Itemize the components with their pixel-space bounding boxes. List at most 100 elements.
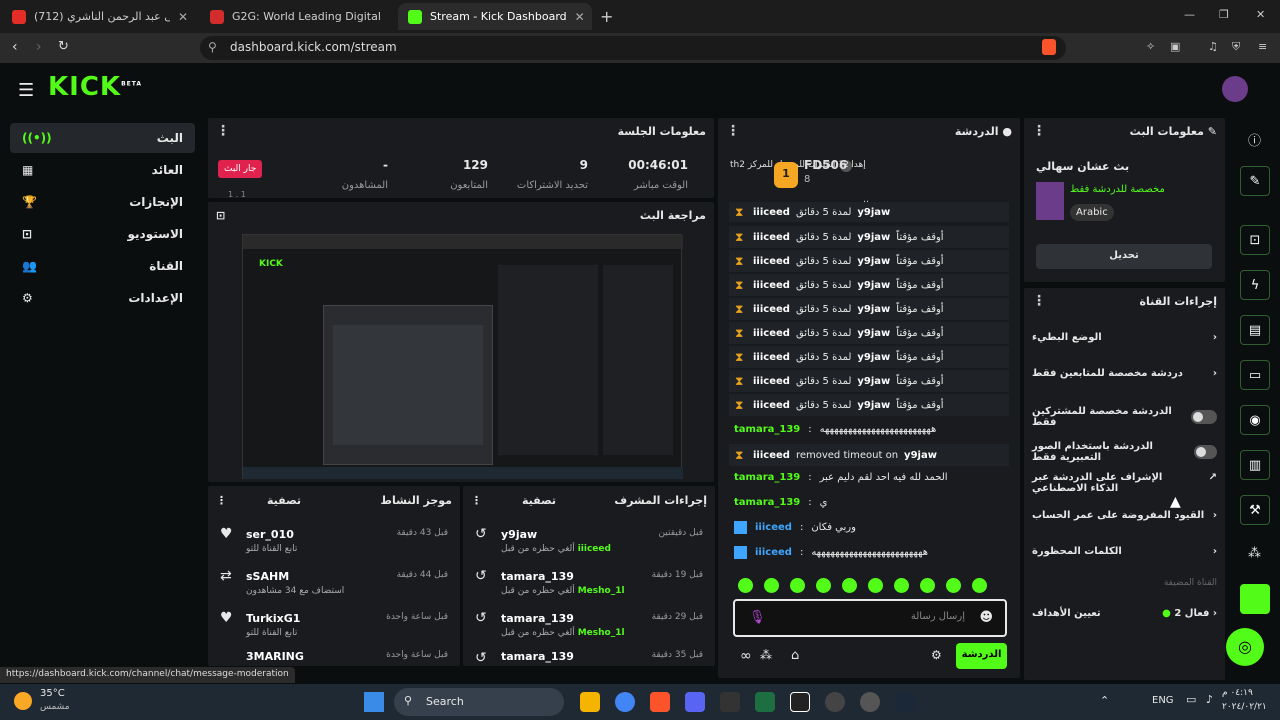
taskbar-search[interactable]: ⚲ Search [394,688,564,716]
chat-message[interactable]: ⧗ iiiceed لمدة 5 دقائق y9jaw أوقف مؤقتاً [729,370,1009,392]
forward-arrow-icon[interactable]: › [36,39,42,55]
emote-icon[interactable] [946,578,961,593]
chat-message[interactable]: ⧗ iiiceed لمدة 5 دقائق y9jaw أوقف مؤقتاً [729,346,1009,368]
sidebar-item-revenue[interactable]: ▦ العائد [10,155,195,185]
more-options-icon[interactable]: ⋮ [216,494,227,507]
edit-stream-button[interactable]: تحديل [1036,244,1212,269]
layout-icon[interactable]: ▥ [1240,450,1270,480]
chat-message[interactable]: ⧗ iiiceed لمدة 5 دقائق y9jaw أوقف مؤقتاً [729,322,1009,344]
emote-icon[interactable] [868,578,883,593]
chat-message[interactable]: iiiceed: ههههههههههههههههههههههههه [734,546,928,559]
sidebar-item-channel[interactable]: 👥 القناة [10,251,195,281]
back-arrow-icon[interactable]: ‹ [12,39,18,55]
browser-tab-kick[interactable]: Stream - Kick Dashboard ✕ [398,3,592,30]
more-options-icon[interactable]: ⋮ [1032,123,1046,139]
emote-icon[interactable] [790,578,805,593]
chat-message[interactable]: ⧗ iiiceed لمدة 5 دقائق y9jaw أوقف مؤقتاً [729,298,1009,320]
emotes-only-toggle[interactable] [1193,445,1217,459]
goals-row[interactable]: تعيين الأهداف ● فعال 2 › [1032,608,1217,619]
maximize-button[interactable]: ❐ [1219,8,1229,21]
network-icon[interactable]: ▭ [1186,693,1196,706]
ai-moderation-row[interactable]: الإشراف على الدردشة عبر الذكاء الاصطناعي… [1032,472,1217,494]
chat-icon[interactable]: ▭ [1240,360,1270,390]
store-icon[interactable]: ⌂ [791,648,799,663]
weather-icon[interactable] [14,692,32,710]
obs-icon[interactable] [825,692,845,712]
emote-icon[interactable] [816,578,831,593]
close-window-button[interactable]: ✕ [1256,8,1265,21]
sidebar-item-studio[interactable]: ⊡ الاستوديو [10,219,195,249]
brave-icon[interactable] [650,692,670,712]
chat-message[interactable]: tamara_139: الحمد لله فيه احد لقم دليم عب… [734,472,948,483]
close-tab-icon[interactable]: ✕ [178,10,188,24]
slow-mode-row[interactable]: الوضع البطيء › [1032,332,1217,343]
excel-icon[interactable] [755,692,775,712]
broadcast-icon[interactable]: ◉ [1240,405,1270,435]
edit-icon[interactable]: ✎ [1240,166,1270,196]
account-age-row[interactable]: القيود المفروضة على عمر الحساب › [1032,510,1217,521]
wrench-icon[interactable]: ⚒ [1240,495,1270,525]
app-icon[interactable] [1240,584,1270,614]
dots-icon[interactable]: ⁂ [1248,546,1261,561]
chat-input[interactable]: 🎙 إرسال رسالة ☻ [733,599,1007,637]
chat-message[interactable]: ⧗ iiiceed لمدة 5 دقائق y9jaw [729,202,1009,222]
chevron-up-icon[interactable]: ⌃ [1100,694,1109,707]
vpn-icon[interactable]: ⛨ [1232,40,1240,54]
app-icon[interactable] [720,692,740,712]
followers-only-row[interactable]: دردشة مخصصة للمتابعين فقط › [1032,368,1217,379]
more-options-icon[interactable]: ⋮ [471,494,482,507]
send-chat-button[interactable]: الدردشة [956,643,1007,669]
chat-message[interactable]: tamara_139: ههههههههههههههههههههههههه [734,424,936,435]
stream-preview-video[interactable]: KICK [242,234,683,479]
emote-icon[interactable] [920,578,935,593]
volume-icon[interactable]: ♪ [1206,693,1213,706]
steam-icon[interactable] [895,692,915,712]
document-icon[interactable]: ▤ [1240,315,1270,345]
sidebar-item-settings[interactable]: ⚙ الإعدادات [10,283,195,313]
minimize-button[interactable]: — [1184,8,1195,21]
support-icon[interactable]: ◎ [1226,628,1264,666]
media-icon[interactable]: ♫ [1208,40,1218,53]
emoji-icon[interactable]: ☻ [979,610,993,625]
more-options-icon[interactable]: ⋮ [726,123,740,139]
sidebar-item-achievements[interactable]: 🏆 الإنجازات [10,187,195,217]
browser-tab-g2g[interactable]: G2G: World Leading Digital Marketpl [200,3,396,30]
info-icon[interactable]: ⓘ [1248,130,1261,149]
chat-message[interactable]: ⧗ iiiceed removed timeout on y9jaw [729,444,1009,466]
studio-icon[interactable]: ⊡ [216,209,225,222]
site-info-icon[interactable]: ⚲ [208,40,217,54]
discord-icon[interactable] [685,692,705,712]
chat-message[interactable]: tamara_139: ي [734,497,827,508]
sidebar-toggle-icon[interactable]: ▣ [1170,40,1180,53]
app-icon[interactable] [860,692,880,712]
gear-icon[interactable]: ⚙ [931,648,942,662]
category-thumbnail[interactable] [1036,182,1064,220]
emote-icon[interactable] [764,578,779,593]
sidebar-item-stream[interactable]: ((•)) البث [10,123,195,153]
lightning-icon[interactable]: ϟ [1240,270,1270,300]
banned-words-row[interactable]: الكلمات المحظورة › [1032,546,1217,557]
dots-icon[interactable]: ⁂ [760,648,772,662]
extensions-icon[interactable]: ✧ [1146,40,1155,53]
mic-icon[interactable]: 🎙 [749,610,766,625]
epic-games-icon[interactable] [790,692,810,712]
windows-start-icon[interactable] [364,692,384,712]
emote-icon[interactable] [738,578,753,593]
url-field[interactable]: ⚲ dashboard.kick.com/stream [200,36,1066,60]
close-tab-icon[interactable]: ✕ [575,10,585,24]
file-explorer-icon[interactable] [580,692,600,712]
new-tab-button[interactable]: + [600,7,613,26]
subscribers-only-toggle[interactable] [1190,410,1217,424]
chat-message[interactable]: iiiceed: وربي فكان [734,521,856,534]
filter-button[interactable]: ⋮ تصفية [216,494,301,507]
emote-icon[interactable] [894,578,909,593]
chrome-icon[interactable] [615,692,635,712]
emote-icon[interactable] [972,578,987,593]
more-options-icon[interactable]: ⋮ [1032,293,1046,309]
brave-shield-icon[interactable] [1042,39,1056,55]
emote-icon[interactable] [842,578,857,593]
chat-message[interactable]: ⧗ iiiceed لمدة 5 دقائق y9jaw أوقف مؤقتاً [729,274,1009,296]
studio-icon[interactable]: ⊡ [1240,225,1270,255]
browser-tab-youtube[interactable]: (712) التمر على عبد الرحمن الناشري - ✕ [2,3,198,30]
more-options-icon[interactable]: ⋮ [216,123,230,139]
